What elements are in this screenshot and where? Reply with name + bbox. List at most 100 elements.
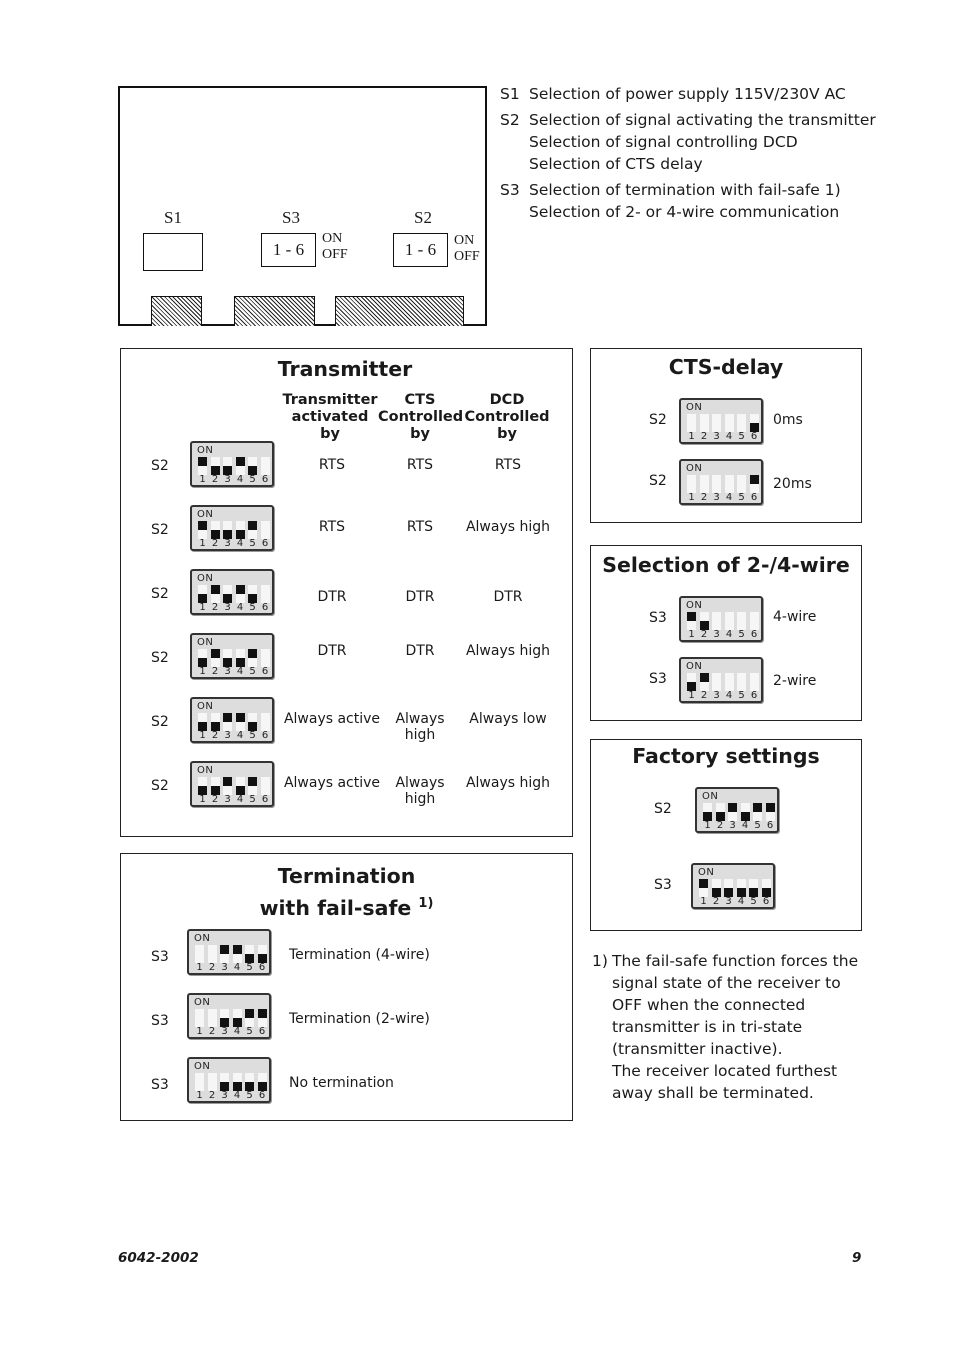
dip-knob-up [210, 585, 220, 594]
dip-lever-6 [260, 777, 270, 795]
dip-number: 6 [261, 602, 269, 613]
board-switch-s3: 1 - 6 [261, 233, 316, 267]
board-switch-s2: 1 - 6 [393, 233, 448, 267]
dip-knob-up [245, 1009, 254, 1018]
dip-knob-up [198, 457, 207, 466]
switch-label: S2 [649, 412, 667, 428]
dip-number: 6 [766, 820, 774, 831]
dip-number: 3 [713, 690, 720, 701]
dip-number: 3 [725, 896, 732, 907]
dip-number: 1 [688, 431, 695, 442]
dip-number: 3 [713, 629, 720, 640]
dip-knob-up [257, 1009, 267, 1018]
setting-label: 2-wire [773, 673, 817, 689]
dip-number: 6 [750, 431, 758, 442]
dip-switch: ON 1 2 3 4 5 6 [190, 505, 274, 551]
dip-lever-3 [223, 649, 232, 667]
dip-number: 4 [236, 602, 244, 613]
table-cell: Always high [465, 775, 551, 791]
dip-on-label: ON [197, 765, 214, 776]
dip-number: 2 [211, 666, 219, 677]
dip-number: 1 [199, 474, 206, 485]
dip-lever-2 [210, 521, 220, 539]
dip-number: 6 [261, 666, 269, 677]
dip-knob-up [235, 713, 245, 722]
dip-lever-4 [740, 803, 750, 821]
dip-knob-up [235, 585, 245, 594]
dip-switch: ON 1 2 3 4 5 6 [187, 1057, 271, 1103]
footnote-line: (transmitter inactive). [612, 1040, 783, 1058]
dip-on-label: ON [686, 600, 703, 611]
dip-lever-1 [198, 457, 207, 475]
setting-label: 0ms [773, 412, 803, 428]
dip-number: 1 [199, 602, 206, 613]
board-s3-onoff: ON OFF [322, 231, 348, 263]
dip-number: 4 [725, 492, 733, 503]
dip-knob-up [687, 612, 696, 621]
switch-label: S3 [151, 1013, 169, 1029]
dip-switch: ON 1 2 3 4 5 6 [679, 657, 763, 703]
dip-lever-5 [737, 612, 746, 630]
dip-on-label: ON [194, 997, 211, 1008]
dip-knob-up [223, 777, 232, 786]
dip-lever-3 [223, 585, 232, 603]
dip-number: 5 [249, 602, 256, 613]
dip-on-label: ON [197, 445, 214, 456]
legend-item-s3: S3 Selection of termination with fail-saf… [500, 179, 880, 223]
dip-number: 2 [211, 602, 219, 613]
dip-on-label: ON [197, 701, 214, 712]
footnote-ref: 1) [418, 896, 434, 911]
board-diagram [118, 86, 487, 326]
table-cell: Always active [283, 711, 381, 727]
table-cell: Always high [465, 519, 551, 535]
dip-number: 3 [224, 666, 231, 677]
dip-number: 2 [208, 962, 216, 973]
dip-number: 5 [246, 1026, 253, 1037]
dip-number: 5 [738, 690, 745, 701]
legend-item-s2: S2 Selection of signal activating the tra… [500, 109, 880, 175]
dip-lever-5 [737, 414, 746, 432]
termination-title: Termination with fail-safe 1) [120, 863, 573, 922]
board-s2-onoff: ON OFF [454, 233, 480, 265]
dip-lever-3 [712, 612, 721, 630]
switch-label: S3 [649, 671, 667, 687]
switch-label: S2 [649, 473, 667, 489]
table-cell: Always high [395, 711, 445, 743]
legend-text: Selection of signal activating the trans… [529, 111, 876, 129]
dip-lever-1 [703, 803, 712, 821]
dip-on-label: ON [686, 402, 703, 413]
legend-text: Selection of 2- or 4-wire communication [529, 203, 840, 221]
dip-knob-up [765, 803, 775, 812]
dip-number: 1 [196, 1026, 203, 1037]
termination-title-line2: with fail-safe [259, 895, 412, 920]
dip-lever-6 [260, 457, 270, 475]
dip-lever-6 [765, 803, 775, 821]
legend-key: S3 [500, 181, 520, 199]
dip-lever-1 [195, 1073, 204, 1091]
dip-lever-3 [223, 777, 232, 795]
switch-label: S2 [654, 801, 672, 817]
footnote-marker: 1) [592, 952, 608, 970]
dip-lever-5 [749, 879, 758, 897]
table-cell: Always active [283, 775, 381, 791]
dip-lever-1 [198, 521, 207, 539]
dip-number: 3 [713, 431, 720, 442]
dip-number: 6 [258, 962, 266, 973]
dip-lever-3 [220, 1009, 229, 1027]
dip-number: 3 [221, 1026, 228, 1037]
dip-lever-1 [198, 713, 207, 731]
dip-knob-up [248, 649, 257, 658]
table-cell: RTS [406, 457, 434, 473]
dip-lever-1 [687, 612, 696, 630]
dip-lever-1 [699, 879, 708, 897]
dip-number: 4 [725, 690, 733, 701]
setting-label: No termination [289, 1075, 394, 1091]
dip-lever-4 [235, 457, 245, 475]
factory-title: Factory settings [632, 744, 820, 768]
dip-lever-6 [749, 612, 759, 630]
dip-lever-3 [223, 521, 232, 539]
dip-lever-5 [248, 649, 257, 667]
dip-number: 4 [725, 431, 733, 442]
dip-number: 5 [249, 730, 256, 741]
table-cell: DTR [317, 589, 347, 605]
